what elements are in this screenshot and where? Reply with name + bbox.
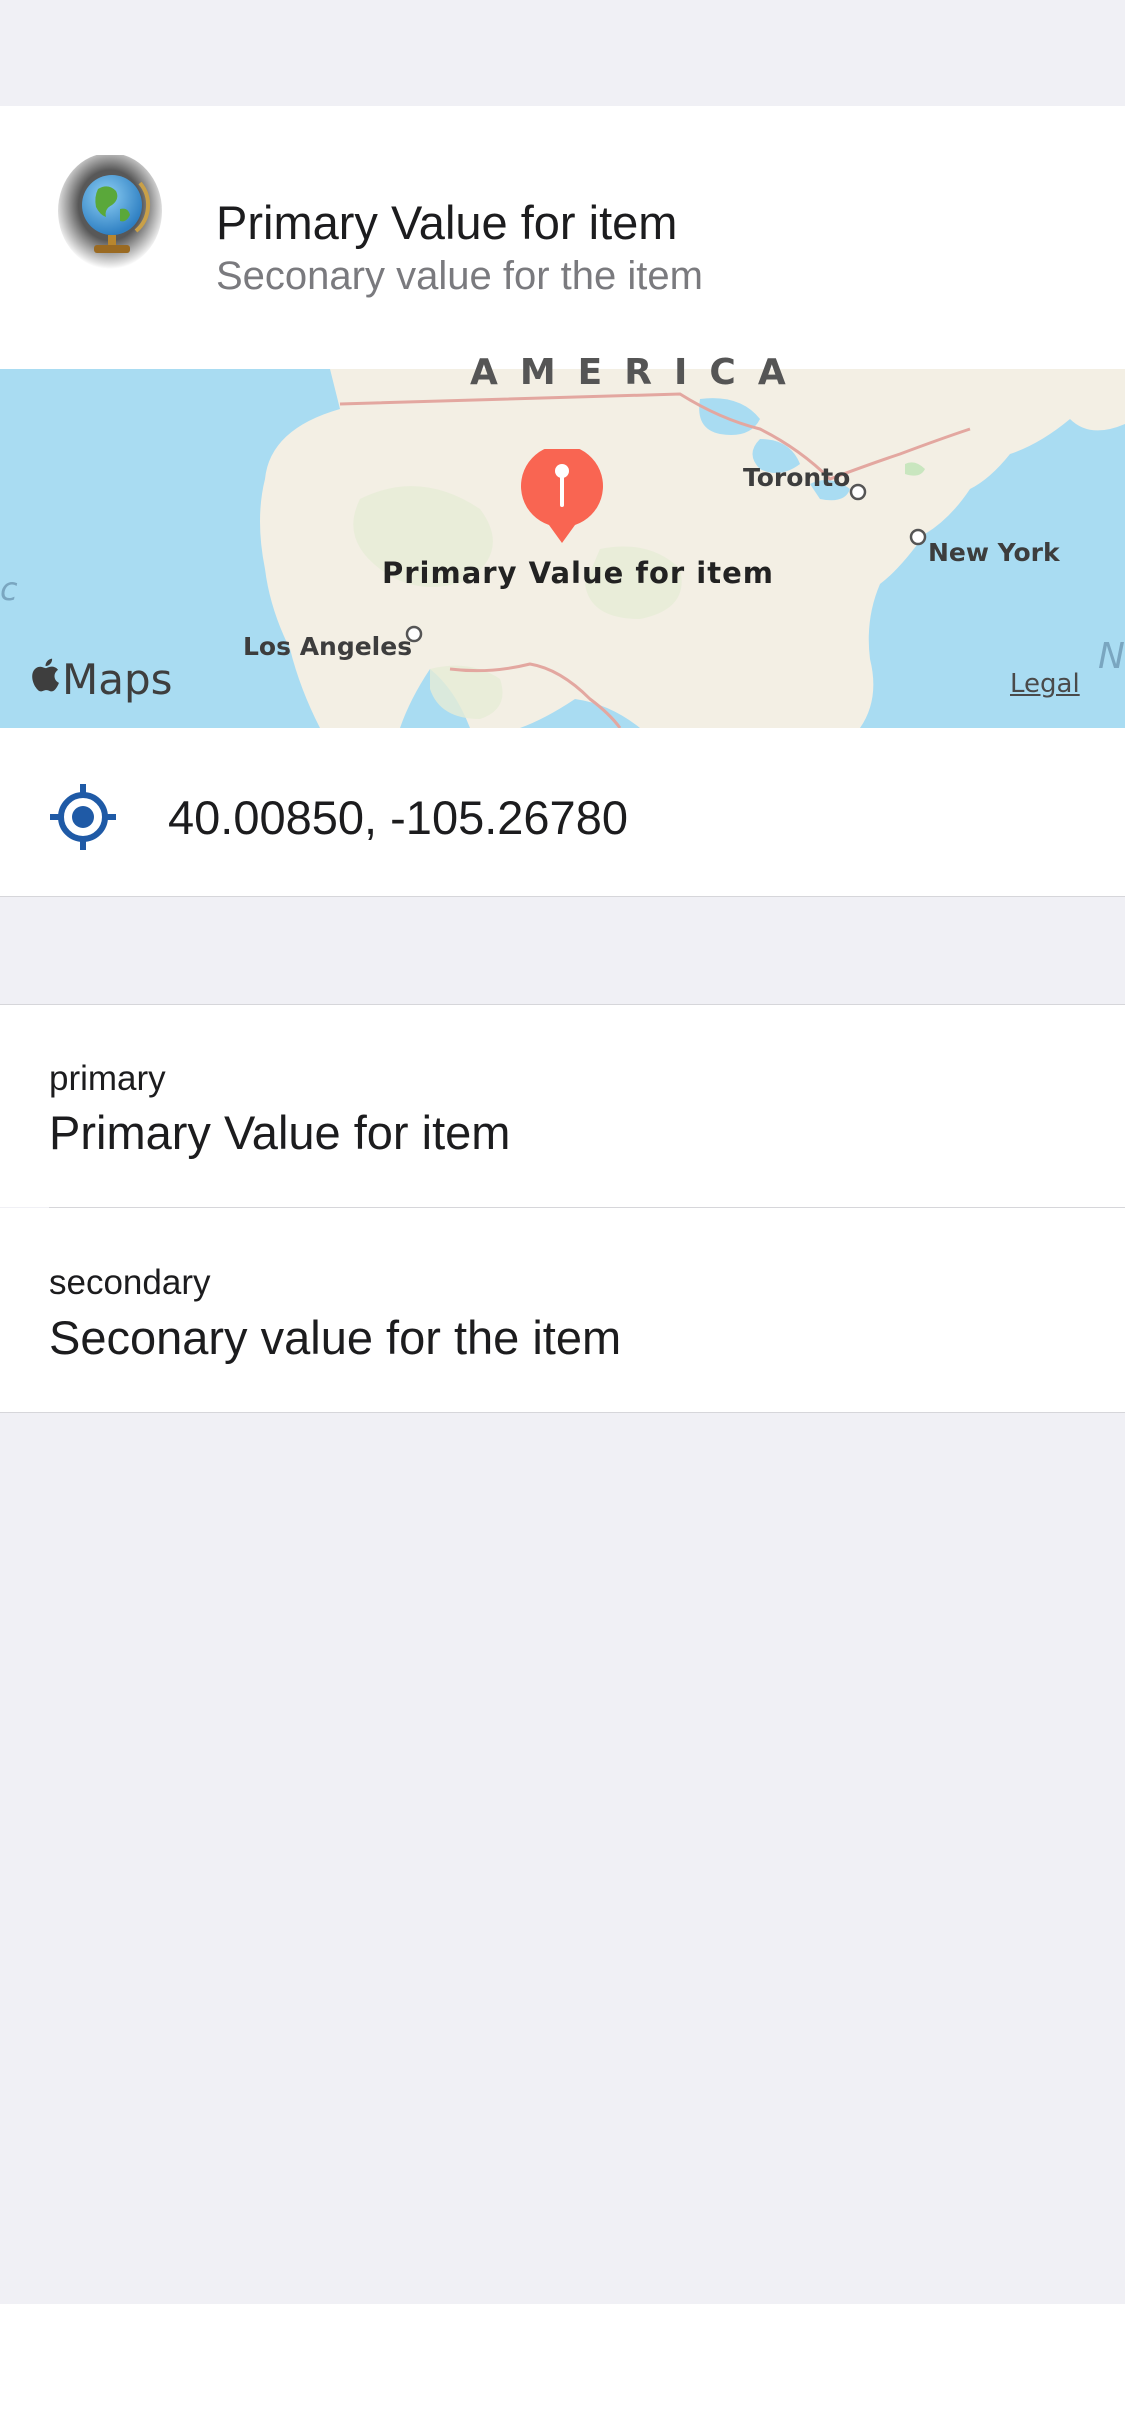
location-target-icon bbox=[50, 784, 116, 850]
detail-value-primary: Primary Value for item bbox=[49, 1106, 511, 1159]
map-region-label: AMERICA bbox=[470, 352, 808, 393]
map-city-new-york: New York bbox=[928, 538, 1060, 567]
maps-attribution: Maps bbox=[30, 655, 173, 704]
map-edge-label-right: N bbox=[1098, 636, 1125, 677]
detail-value-secondary: Seconary value for the item bbox=[49, 1311, 622, 1364]
globe-icon bbox=[58, 155, 162, 269]
detail-label-secondary: secondary bbox=[49, 1263, 211, 1302]
legal-link[interactable]: Legal bbox=[1010, 669, 1080, 699]
map-city-los-angeles: Los Angeles bbox=[243, 632, 413, 661]
bottom-bar bbox=[0, 2304, 1125, 2436]
maps-attribution-text: Maps bbox=[62, 655, 173, 704]
map-pin-icon[interactable] bbox=[519, 449, 605, 545]
map-city-toronto: Toronto bbox=[743, 463, 851, 492]
apple-logo-icon bbox=[30, 657, 60, 702]
header-subtitle: Seconary value for the item bbox=[216, 254, 703, 298]
map-pin-label: Primary Value for item bbox=[382, 556, 774, 590]
detail-label-primary: primary bbox=[49, 1059, 166, 1098]
map-edge-label-left: c bbox=[0, 570, 18, 608]
top-spacer bbox=[0, 0, 1125, 107]
coordinates-text: 40.00850, -105.26780 bbox=[168, 791, 628, 844]
header-title: Primary Value for item bbox=[216, 196, 678, 249]
section-spacer bbox=[0, 897, 1125, 1005]
